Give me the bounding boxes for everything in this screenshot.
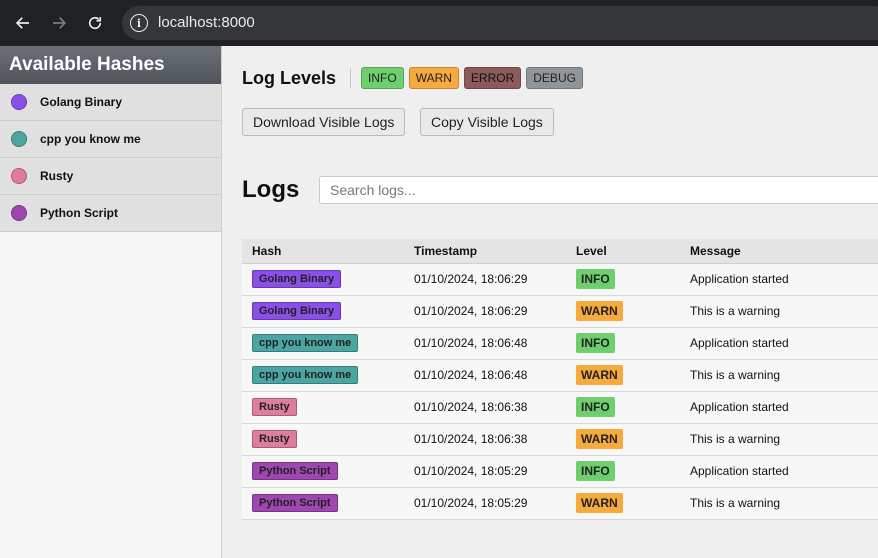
level-cell: WARN — [566, 423, 680, 456]
hash-cell: Golang Binary — [242, 263, 404, 296]
divider — [350, 68, 352, 88]
hash-cell: cpp you know me — [242, 327, 404, 360]
timestamp-cell: 01/10/2024, 18:06:48 — [404, 359, 566, 392]
logs-title: Logs — [242, 176, 300, 203]
level-badge: INFO — [576, 461, 615, 481]
table-row[interactable]: Rusty 01/10/2024, 18:06:38 INFO Application… — [242, 391, 878, 424]
browser-toolbar: i localhost:8000 — [0, 0, 878, 46]
table-row[interactable]: Rusty 01/10/2024, 18:06:38 WARN This is a w… — [242, 423, 878, 456]
hash-badge: Python Script — [252, 494, 338, 512]
column-header-timestamp[interactable]: Timestamp — [404, 239, 566, 264]
logs-table-body: Golang Binary 01/10/2024, 18:06:29 INFO App… — [242, 263, 878, 520]
hash-sidebar: Available Hashes Golang Binary cpp you k… — [0, 46, 222, 558]
level-badge: INFO — [576, 269, 615, 289]
level-cell: INFO — [566, 455, 680, 488]
hash-badge: Rusty — [252, 398, 297, 416]
timestamp-cell: 01/10/2024, 18:06:29 — [404, 295, 566, 328]
timestamp-cell: 01/10/2024, 18:06:29 — [404, 263, 566, 296]
color-dot-icon — [11, 94, 27, 110]
logs-table: Hash Timestamp Level Message Golang Bina… — [242, 239, 878, 520]
hash-badge: cpp you know me — [252, 366, 359, 384]
sidebar-item-label: Python Script — [40, 206, 119, 220]
message-cell: This is a warning — [680, 359, 878, 392]
hash-cell: Python Script — [242, 487, 404, 520]
sidebar-item-rusty[interactable]: Rusty — [0, 158, 221, 195]
timestamp-cell: 01/10/2024, 18:06:38 — [404, 423, 566, 456]
hash-badge: Python Script — [252, 462, 338, 480]
column-header-message[interactable]: Message — [680, 239, 878, 264]
table-row[interactable]: Python Script 01/10/2024, 18:05:29 INFO App… — [242, 455, 878, 488]
copy-logs-button[interactable]: Copy Visible Logs — [420, 108, 554, 136]
timestamp-cell: 01/10/2024, 18:06:38 — [404, 391, 566, 424]
message-cell: This is a warning — [680, 423, 878, 456]
sidebar-item-golang-binary[interactable]: Golang Binary — [0, 84, 221, 121]
hash-badge: Golang Binary — [252, 302, 342, 320]
sidebar-title: Available Hashes — [0, 46, 221, 84]
hash-cell: Rusty — [242, 391, 404, 424]
sidebar-item-label: Rusty — [40, 169, 74, 183]
message-cell: This is a warning — [680, 295, 878, 328]
main-content: Log Levels INFO WARN ERROR DEBUG Downloa… — [222, 46, 878, 558]
search-input[interactable] — [319, 176, 878, 204]
message-cell: This is a warning — [680, 487, 878, 520]
sidebar-item-python-script[interactable]: Python Script — [0, 195, 221, 232]
url-text: localhost:8000 — [158, 14, 255, 31]
timestamp-cell: 01/10/2024, 18:05:29 — [404, 455, 566, 488]
site-info-icon[interactable]: i — [130, 14, 148, 32]
hash-cell: cpp you know me — [242, 359, 404, 392]
table-row[interactable]: Golang Binary 01/10/2024, 18:06:29 INFO App… — [242, 263, 878, 296]
level-cell: INFO — [566, 263, 680, 296]
level-filter-info[interactable]: INFO — [361, 67, 404, 89]
back-arrow-icon[interactable] — [11, 11, 35, 35]
address-bar[interactable]: i localhost:8000 — [122, 6, 878, 40]
color-dot-icon — [11, 168, 27, 184]
color-dot-icon — [11, 205, 27, 221]
level-badge: WARN — [576, 365, 623, 385]
level-filter-debug[interactable]: DEBUG — [526, 67, 583, 89]
hash-cell: Python Script — [242, 455, 404, 488]
table-row[interactable]: cpp you know me 01/10/2024, 18:06:48 WARN T… — [242, 359, 878, 392]
level-cell: INFO — [566, 327, 680, 360]
message-cell: Application started — [680, 263, 878, 296]
message-cell: Application started — [680, 391, 878, 424]
level-cell: INFO — [566, 391, 680, 424]
hash-cell: Rusty — [242, 423, 404, 456]
level-badge: WARN — [576, 301, 623, 321]
level-badge: WARN — [576, 429, 623, 449]
level-cell: WARN — [566, 295, 680, 328]
sidebar-item-label: cpp you know me — [40, 132, 141, 146]
color-dot-icon — [11, 131, 27, 147]
message-cell: Application started — [680, 455, 878, 488]
download-logs-button[interactable]: Download Visible Logs — [242, 108, 406, 136]
log-levels-title: Log Levels — [242, 67, 337, 88]
forward-arrow-icon[interactable] — [47, 11, 71, 35]
hash-badge: Golang Binary — [252, 270, 342, 288]
column-header-hash[interactable]: Hash — [242, 239, 404, 264]
level-filter-warn[interactable]: WARN — [408, 67, 459, 89]
sidebar-item-cpp-you-know-me[interactable]: cpp you know me — [0, 121, 221, 158]
level-cell: WARN — [566, 487, 680, 520]
timestamp-cell: 01/10/2024, 18:05:29 — [404, 487, 566, 520]
level-badge: WARN — [576, 493, 623, 513]
sidebar-item-label: Golang Binary — [40, 95, 123, 109]
table-row[interactable]: Python Script 01/10/2024, 18:05:29 WARN Thi… — [242, 487, 878, 520]
level-badge: INFO — [576, 333, 615, 353]
level-cell: WARN — [566, 359, 680, 392]
table-row[interactable]: Golang Binary 01/10/2024, 18:06:29 WARN Thi… — [242, 295, 878, 328]
message-cell: Application started — [680, 327, 878, 360]
log-levels-bar: Log Levels INFO WARN ERROR DEBUG — [242, 67, 588, 89]
hash-badge: cpp you know me — [252, 334, 359, 352]
hash-cell: Golang Binary — [242, 295, 404, 328]
timestamp-cell: 01/10/2024, 18:06:48 — [404, 327, 566, 360]
reload-icon[interactable] — [83, 11, 107, 35]
level-filter-error[interactable]: ERROR — [463, 67, 522, 89]
table-row[interactable]: cpp you know me 01/10/2024, 18:06:48 INFO A… — [242, 327, 878, 360]
column-header-level[interactable]: Level — [566, 239, 680, 264]
hash-badge: Rusty — [252, 430, 297, 448]
table-header-row: Hash Timestamp Level Message — [242, 239, 878, 264]
level-badge: INFO — [576, 397, 615, 417]
